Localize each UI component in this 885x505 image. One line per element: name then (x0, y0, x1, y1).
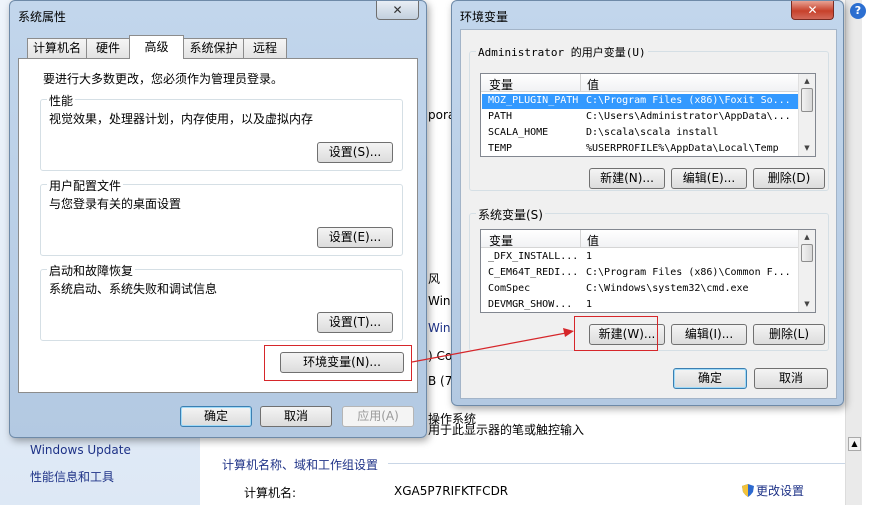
env-ok-button[interactable]: 确定 (673, 368, 747, 389)
computer-name-value: XGA5P7RIFKTFCDR (394, 484, 509, 498)
user-profiles-desc: 与您登录有关的桌面设置 (49, 197, 182, 211)
annotation-box-env-button (264, 345, 412, 381)
user-profiles-settings-button[interactable]: 设置(E)... (317, 227, 393, 248)
ok-button[interactable]: 确定 (180, 406, 252, 427)
env-dialog-title: 环境变量 (460, 10, 509, 24)
list-header: 变量 值 (481, 74, 799, 92)
sidebar-link-performance[interactable]: 性能信息和工具 (30, 468, 114, 485)
performance-group: 性能 视觉效果，处理器计划，内存使用，以及虚拟内存 设置(S)... (40, 92, 403, 171)
tab-hardware[interactable]: 硬件 (86, 38, 130, 58)
bg-fragment-pen: 用于此显示器的笔或触控输入 (428, 423, 585, 437)
system-var-row[interactable]: DEVMGR_SHOW... 1 (482, 298, 798, 312)
startup-recovery-legend: 启动和故障恢复 (47, 262, 136, 279)
tab-system-protection[interactable]: 系统保护 (183, 38, 244, 58)
uac-shield-icon (742, 484, 754, 497)
change-settings-link[interactable]: 更改设置 (742, 482, 804, 499)
system-variables-legend: 系统变量(S) (476, 206, 545, 223)
scroll-up-icon[interactable]: ▲ (802, 77, 812, 85)
advanced-tab-page: 要进行大多数更改，您必须作为管理员登录。 性能 视觉效果，处理器计划，内存使用，… (18, 58, 418, 393)
performance-desc: 视觉效果，处理器计划，内存使用，以及虚拟内存 (49, 112, 314, 126)
system-variables-list[interactable]: 变量 值 _DFX_INSTALL... 1 C_EM64T_REDI... C… (480, 229, 816, 313)
change-settings-label: 更改设置 (756, 484, 805, 498)
system-delete-button[interactable]: 删除(L) (753, 324, 825, 345)
sidebar-link-windows-update[interactable]: Windows Update (30, 443, 131, 457)
bg-fragment-wind: 风 (428, 272, 441, 286)
user-profiles-group: 用户配置文件 与您登录有关的桌面设置 设置(E)... (40, 177, 403, 256)
tab-advanced[interactable]: 高级 (129, 35, 184, 59)
close-icon: ✕ (392, 3, 403, 17)
scroll-up-icon[interactable]: ▲ (802, 233, 812, 241)
scroll-down-icon[interactable]: ▼ (802, 144, 812, 152)
user-variables-group: Administrator 的用户变量(U) 变量 值 MOZ_PLUGIN_P… (469, 44, 829, 191)
cancel-button[interactable]: 取消 (260, 406, 332, 427)
system-var-row[interactable]: ComSpec C:\Windows\system32\cmd.exe (482, 282, 798, 297)
tab-remote[interactable]: 远程 (243, 38, 287, 58)
startup-recovery-desc: 系统启动、系统失败和调试信息 (49, 282, 218, 296)
user-var-row[interactable]: MOZ_PLUGIN_PATH C:\Program Files (x86)\F… (482, 94, 798, 109)
startup-recovery-group: 启动和故障恢复 系统启动、系统失败和调试信息 设置(T)... (40, 262, 403, 341)
section-divider (388, 463, 848, 464)
system-var-row[interactable]: _DFX_INSTALL... 1 (482, 250, 798, 265)
annotation-box-new-button (574, 316, 658, 351)
close-icon: ✕ (807, 3, 818, 17)
dialog-title: 系统属性 (18, 10, 67, 24)
bg-fragment-win1: Win (428, 294, 451, 308)
user-new-button[interactable]: 新建(N)... (589, 168, 665, 189)
system-var-row[interactable]: C_EM64T_REDI... C:\Program Files (x86)\C… (482, 266, 798, 281)
system-edit-button[interactable]: 编辑(I)... (671, 324, 747, 345)
bg-fragment-win2: Win (428, 321, 451, 335)
user-var-row[interactable]: PATH C:\Users\Administrator\AppData\... (482, 110, 798, 125)
user-variables-legend: Administrator 的用户变量(U) (476, 44, 648, 60)
admin-note: 要进行大多数更改，您必须作为管理员登录。 (43, 72, 284, 86)
system-list-scrollbar[interactable]: ▲ ▼ (798, 230, 815, 312)
scroll-up-arrow-icon[interactable]: ▲ (848, 437, 861, 451)
list-header: 变量 值 (481, 230, 799, 248)
env-cancel-button[interactable]: 取消 (754, 368, 828, 389)
performance-legend: 性能 (47, 92, 76, 109)
env-close-button[interactable]: ✕ (791, 1, 834, 20)
computer-name-label: 计算机名: (244, 486, 297, 500)
close-button[interactable]: ✕ (376, 1, 419, 20)
scroll-thumb[interactable] (801, 88, 813, 112)
apply-button[interactable]: 应用(A) (342, 406, 414, 427)
column-header-variable[interactable]: 变量 (489, 232, 513, 249)
user-edit-button[interactable]: 编辑(E)... (671, 168, 747, 189)
startup-recovery-settings-button[interactable]: 设置(T)... (317, 312, 393, 333)
control-panel-scrollbar[interactable]: ▲ (845, 0, 862, 505)
column-header-variable[interactable]: 变量 (489, 76, 513, 93)
scroll-down-icon[interactable]: ▼ (802, 300, 812, 308)
user-var-row[interactable]: TEMP %USERPROFILE%\AppData\Local\Temp (482, 142, 798, 156)
user-var-row[interactable]: SCALA_HOME D:\scala\scala install (482, 126, 798, 141)
user-delete-button[interactable]: 删除(D) (753, 168, 825, 189)
help-icon[interactable]: ? (850, 3, 866, 19)
tab-computer-name[interactable]: 计算机名 (27, 38, 87, 58)
bg-fragment-co: ) Co (428, 349, 453, 363)
user-variables-list[interactable]: 变量 值 MOZ_PLUGIN_PATH C:\Program Files (x… (480, 73, 816, 157)
column-header-value[interactable]: 值 (587, 232, 599, 249)
computer-name-section-title: 计算机名称、域和工作组设置 (222, 458, 379, 472)
user-list-scrollbar[interactable]: ▲ ▼ (798, 74, 815, 156)
user-profiles-legend: 用户配置文件 (47, 177, 124, 194)
column-header-value[interactable]: 值 (587, 76, 599, 93)
performance-settings-button[interactable]: 设置(S)... (317, 142, 393, 163)
bg-fragment-b7: B (7 (428, 374, 453, 388)
scroll-thumb[interactable] (801, 244, 813, 262)
